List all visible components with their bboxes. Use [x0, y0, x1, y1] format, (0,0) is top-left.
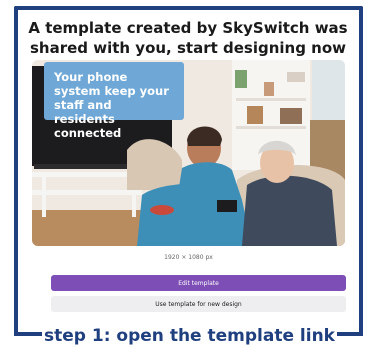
frame-bottom-right [337, 332, 363, 336]
edit-template-button[interactable]: Edit template [51, 275, 346, 291]
template-dimensions: 1920 × 1080 px [164, 254, 213, 261]
step-caption: step 1: open the template link [42, 326, 337, 347]
use-template-button[interactable]: Use template for new design [51, 296, 346, 312]
share-heading: A template created by SkySwitch was shar… [28, 19, 348, 57]
frame-bottom-left [14, 332, 42, 336]
template-callout-text: Your phone system keep your staff and re… [44, 62, 184, 140]
